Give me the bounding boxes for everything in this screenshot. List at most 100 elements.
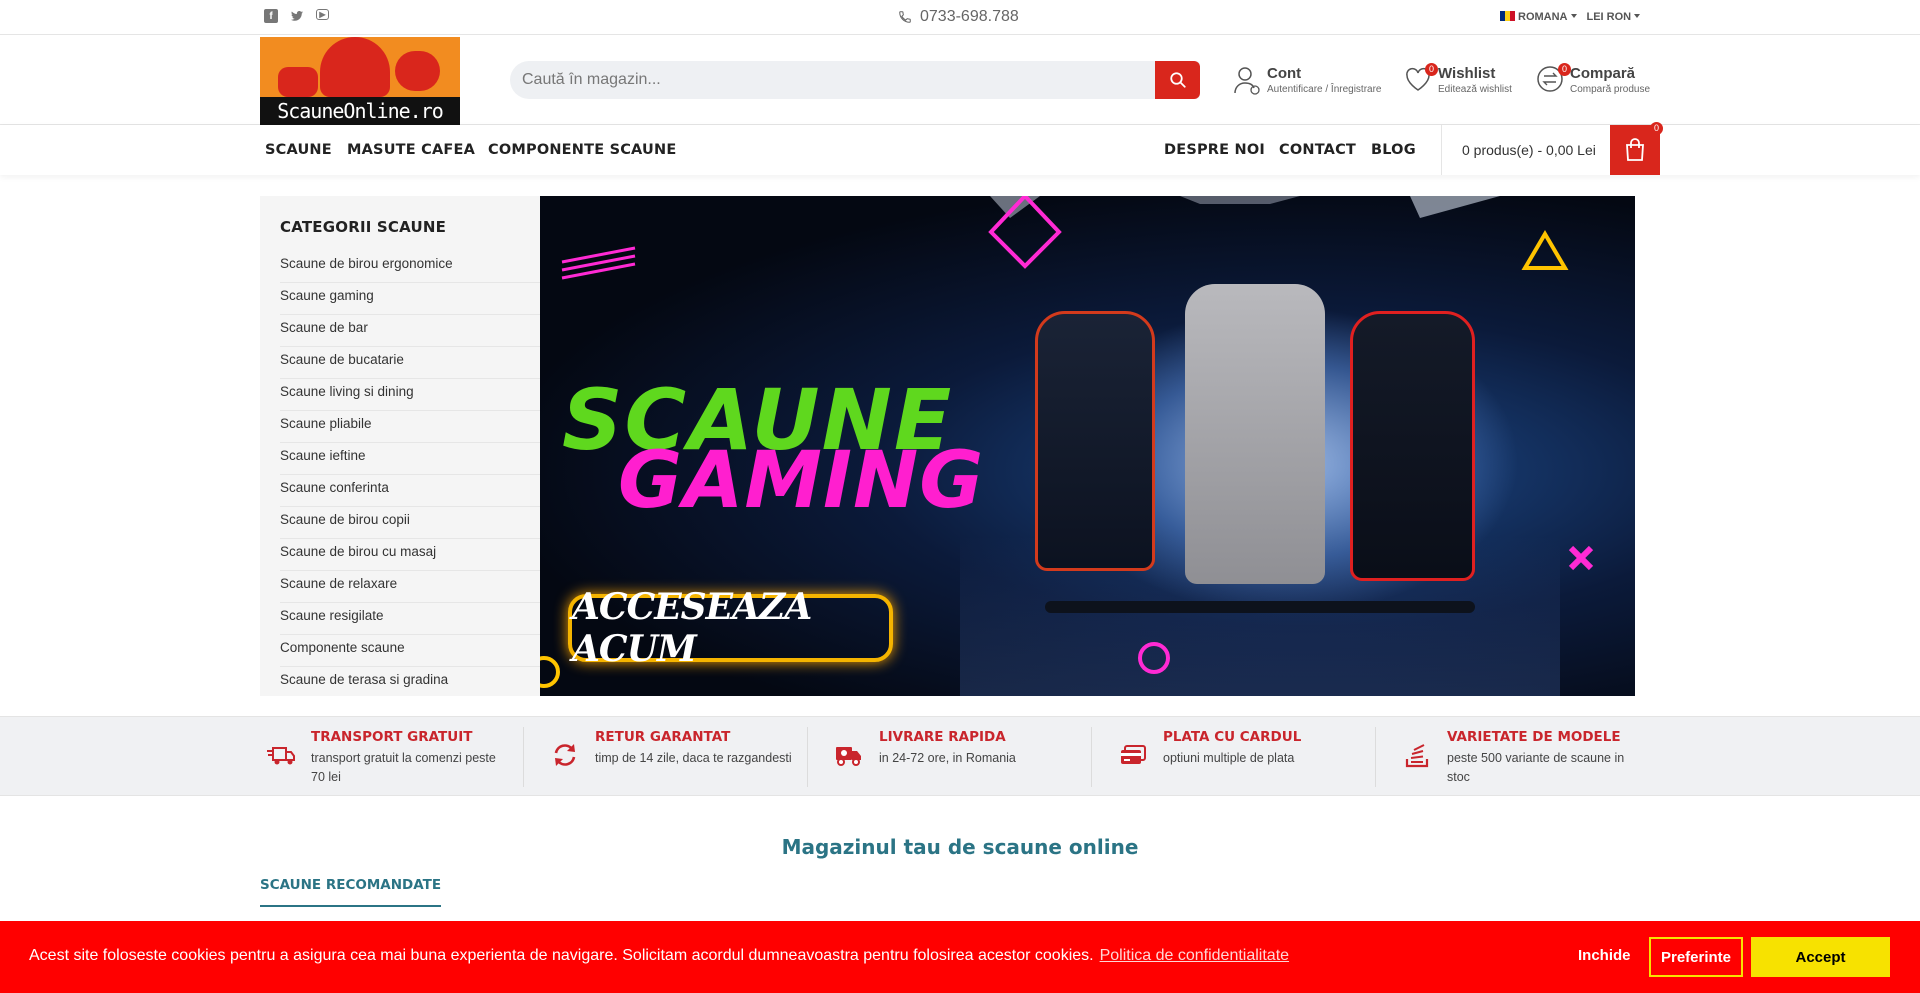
feature-description: peste 500 variante de scaune in stoc [1447, 751, 1625, 784]
account-title: Cont [1267, 65, 1302, 82]
sidebar-item[interactable]: Scaune de relaxare [280, 571, 540, 603]
compare-subtitle: Compară produse [1570, 84, 1651, 95]
phone-number[interactable]: 0733-698.788 [898, 8, 1019, 26]
delivery-icon [833, 739, 865, 771]
language-select[interactable]: ROMANA [1500, 11, 1577, 23]
logo-text: ScauneOnline.ro [260, 97, 460, 125]
banner-cta-button[interactable]: ACCESEAZA ACUM [568, 586, 893, 670]
cookie-message: Acest site foloseste cookies pentru a as… [29, 947, 1094, 964]
currency-label: LEI RON [1586, 11, 1632, 23]
sidebar-item[interactable]: Scaune de bucatarie [280, 347, 540, 379]
logo-chair-shape [395, 51, 440, 91]
sidebar-item[interactable]: Scaune de birou ergonomice [280, 251, 540, 283]
header: ScauneOnline.ro Cont Autentificare / Înr… [0, 35, 1920, 125]
banner-title-line2: GAMING [618, 436, 985, 526]
nav-item-scaune[interactable]: SCAUNE [265, 142, 332, 158]
mini-cart[interactable]: 0 produs(e) - 0,00 Lei 0 [1441, 122, 1663, 175]
hero-banner[interactable]: SCAUNE GAMING ACCESEAZA ACUM [540, 196, 1635, 696]
feature-title: PLATA CU CARDUL [1163, 729, 1302, 745]
phone-text: 0733-698.788 [920, 8, 1019, 25]
feature-description: timp de 14 zile, daca te razgandesti [595, 751, 792, 765]
feature-description: optiuni multiple de plata [1163, 751, 1295, 765]
feature-divider [1375, 727, 1376, 787]
category-sidebar: CATEGORII SCAUNE Scaune de birou ergonom… [260, 196, 540, 696]
nav-item-despre-noi[interactable]: DESPRE NOI [1164, 142, 1265, 158]
nav-item-blog[interactable]: BLOG [1371, 142, 1416, 158]
feature-livrare: LIVRARE RAPIDA in 24-72 ore, in Romania [833, 729, 1079, 785]
cookie-banner: Acest site foloseste cookies pentru a as… [0, 921, 1920, 993]
wishlist-count-badge: 0 [1425, 63, 1438, 76]
feature-transport: TRANSPORT GRATUIT transport gratuit la c… [265, 729, 511, 785]
sidebar-item[interactable]: Scaune ieftine [280, 443, 540, 475]
cookie-message-wrap: Acest site foloseste cookies pentru a as… [29, 947, 1289, 965]
sidebar-item[interactable]: Scaune pliabile [280, 411, 540, 443]
user-icon [1233, 65, 1261, 95]
language-label: ROMANA [1518, 11, 1568, 23]
gaming-chair-left [1035, 311, 1155, 571]
search-input[interactable] [510, 61, 1130, 99]
logo-chair-shape [320, 37, 390, 97]
wishlist-link[interactable]: 0 Wishlist Editează wishlist [1404, 63, 1512, 95]
account-subtitle: Autentificare / Înregistrare [1267, 84, 1382, 95]
search-button[interactable] [1155, 61, 1200, 99]
compare-link[interactable]: 0 Compară Compară produse [1536, 63, 1651, 95]
feature-description: transport gratuit la comenzi peste 70 le… [311, 751, 496, 784]
cookie-accept-button[interactable]: Accept [1751, 937, 1890, 977]
chevron-down-icon [1634, 14, 1641, 18]
feature-divider [1091, 727, 1092, 787]
logo-chair-shape [278, 67, 318, 97]
stack-icon [1401, 739, 1433, 771]
romania-flag-icon [1500, 11, 1515, 21]
compare-icon: 0 [1536, 63, 1571, 93]
nav-item-componente-scaune[interactable]: COMPONENTE SCAUNE [488, 142, 676, 158]
shopping-bag-icon [1626, 138, 1644, 161]
feature-title: LIVRARE RAPIDA [879, 729, 1006, 745]
currency-select[interactable]: LEI RON [1587, 11, 1641, 23]
gaming-chair-center [1185, 284, 1325, 584]
sidebar-item[interactable]: Scaune resigilate [280, 603, 540, 635]
feature-title: VARIETATE DE MODELE [1447, 729, 1621, 745]
account-link[interactable]: Cont Autentificare / Înregistrare [1233, 65, 1382, 95]
facebook-icon[interactable]: f [264, 9, 278, 23]
sidebar-item[interactable]: Scaune living si dining [280, 379, 540, 411]
nav-item-contact[interactable]: CONTACT [1279, 142, 1356, 158]
compare-count-badge: 0 [1558, 63, 1571, 76]
sidebar-item[interactable]: Componente scaune [280, 635, 540, 667]
cookie-close-button[interactable]: Inchide [1578, 947, 1631, 964]
phone-icon [899, 11, 911, 23]
sidebar-item[interactable]: Scaune de bar [280, 315, 540, 347]
feature-varietate: VARIETATE DE MODELE peste 500 variante d… [1401, 729, 1647, 785]
banner-cta-label: ACCESEAZA ACUM [572, 586, 812, 670]
features-strip: TRANSPORT GRATUIT transport gratuit la c… [0, 716, 1920, 796]
privacy-policy-link[interactable]: Politica de confidentialitate [1100, 947, 1289, 964]
nav-item-masute-cafea[interactable]: MASUTE CAFEA [347, 142, 475, 158]
wishlist-title: Wishlist [1438, 65, 1496, 82]
top-bar: f ▶ 0733-698.788 ROMANA LEI RON [0, 0, 1920, 35]
search-bar [510, 61, 1200, 99]
feature-retur: RETUR GARANTAT timp de 14 zile, daca te … [549, 729, 815, 785]
cart-summary: 0 produs(e) - 0,00 Lei [1462, 142, 1596, 158]
social-links: f ▶ [264, 9, 329, 23]
chevron-down-icon [1570, 14, 1577, 18]
cookie-preferences-button[interactable]: Preferinte [1649, 937, 1743, 977]
youtube-icon[interactable]: ▶ [316, 9, 329, 20]
wishlist-subtitle: Editează wishlist [1438, 84, 1512, 95]
main-nav: SCAUNE MASUTE CAFEA COMPONENTE SCAUNE DE… [0, 122, 1920, 175]
search-icon [1169, 72, 1186, 88]
feature-divider [807, 727, 808, 787]
logo[interactable]: ScauneOnline.ro [260, 37, 460, 125]
sidebar-item[interactable]: Scaune de birou cu masaj [280, 539, 540, 571]
refresh-icon [549, 739, 581, 771]
twitter-icon[interactable] [290, 9, 304, 23]
compare-title: Compară [1570, 65, 1636, 82]
sidebar-item[interactable]: Scaune de terasa si gradina [280, 667, 540, 699]
credit-card-icon [1117, 739, 1149, 771]
feature-title: TRANSPORT GRATUIT [311, 729, 473, 745]
truck-icon [265, 739, 297, 771]
sidebar-item[interactable]: Scaune de birou copii [280, 507, 540, 539]
sidebar-item[interactable]: Scaune gaming [280, 283, 540, 315]
sidebar-item[interactable]: Scaune conferinta [280, 475, 540, 507]
tab-scaune-recomandate[interactable]: SCAUNE RECOMANDATE [260, 877, 442, 907]
feature-divider [523, 727, 524, 787]
cart-count-badge: 0 [1650, 122, 1663, 135]
